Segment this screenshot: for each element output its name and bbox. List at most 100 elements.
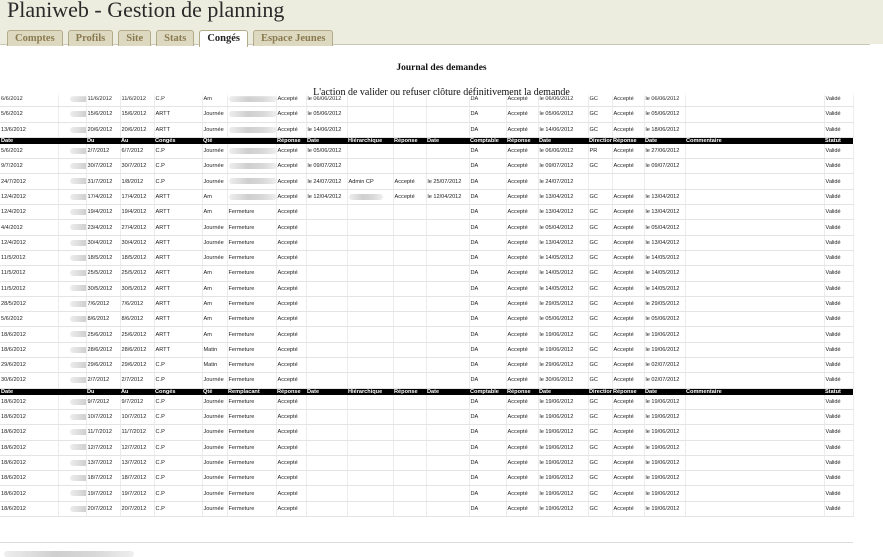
table-cell <box>306 326 348 343</box>
table-cell <box>393 311 427 328</box>
table-cell <box>306 311 348 328</box>
table-cell: Accepté <box>612 281 645 297</box>
table-row[interactable]: 18/6/2012 11/7/2012 11/7/2012 C.P Journée Fer… <box>0 424 854 441</box>
table-row[interactable]: 12/4/2012 30/4/2012 30/4/2012 ARTT Journée Fe… <box>0 235 854 251</box>
table-cell: 18/5/2012 <box>86 250 121 267</box>
table-cell: 9/7/2012 <box>0 158 59 175</box>
table-cell <box>306 296 348 313</box>
table-row[interactable]: 12/4/2012 19/4/2012 19/4/2012 ARTT Am Fermetu… <box>0 204 854 221</box>
table-cell: DA <box>469 173 507 190</box>
table-cell: DA <box>469 424 507 441</box>
table-row[interactable]: 18/6/2012 28/6/2012 28/6/2012 ARTT Matin Ferm… <box>0 342 854 359</box>
tab-espace-jeunes[interactable]: Espace Jeunes <box>253 30 334 46</box>
table-row[interactable]: 11/5/2012 25/5/2012 25/5/2012 ARTT Am Fermetu… <box>0 265 854 282</box>
table-cell: Accepté <box>506 342 539 359</box>
table-row[interactable]: 18/6/2012 18/7/2012 18/7/2012 C.P Journée Fer… <box>0 470 854 487</box>
table-cell: Validé <box>824 106 854 123</box>
table-row[interactable]: 18/6/2012 9/7/2012 9/7/2012 C.P Journée Ferme… <box>0 394 854 410</box>
table-row[interactable]: 5/6/2012 8/6/2012 8/6/2012 ARTT Am Fermeture A… <box>0 311 854 328</box>
requests-table-body: 6/6/2012 11/6/2012 11/6/2012 C.P Am Accepté le… <box>0 92 854 518</box>
table-cell: 20/6/2012 <box>120 122 155 138</box>
table-cell: le 19/06/2012 <box>644 342 686 359</box>
table-cell: DA <box>469 357 507 374</box>
tab-profils[interactable]: Profils <box>67 30 114 46</box>
table-cell <box>58 485 87 502</box>
table-row[interactable]: 24/7/2012 31/7/2012 1/8/2012 C.P Journée Acce… <box>0 173 854 190</box>
table-cell: Accepté <box>612 189 645 206</box>
table-row[interactable]: 28/5/2012 7/6/2012 7/6/2012 ARTT Am Fermeture… <box>0 296 854 313</box>
table-cell: Accepté <box>506 106 539 123</box>
table-cell: le 19/06/2012 <box>644 470 686 487</box>
table-cell <box>347 311 394 328</box>
table-cell: 12/7/2012 <box>86 440 121 456</box>
table-cell: GC <box>588 485 613 502</box>
table-cell: Am <box>202 265 228 282</box>
table-row[interactable]: 5/6/2012 15/6/2012 15/6/2012 ARTT Journée Acc… <box>0 106 854 123</box>
table-cell <box>393 440 427 456</box>
table-cell: Accepté <box>506 424 539 441</box>
table-row[interactable]: 18/6/2012 13/7/2012 13/7/2012 C.P Journée Fer… <box>0 455 854 472</box>
table-cell: 8/6/2012 <box>86 311 121 328</box>
table-cell: GC <box>588 470 613 487</box>
table-cell: Accepté <box>612 311 645 328</box>
table-row[interactable]: 5/6/2012 2/7/2012 6/7/2012 C.P Journée Accept… <box>0 143 854 160</box>
table-row[interactable]: 11/5/2012 18/5/2012 18/5/2012 ARTT Journée Fe… <box>0 250 854 267</box>
table-row[interactable]: 18/6/2012 20/7/2012 20/7/2012 C.P Journée Fer… <box>0 501 854 518</box>
table-cell: Fermeture <box>227 311 277 328</box>
table-cell: 19/4/2012 <box>120 204 155 221</box>
table-cell <box>685 122 825 138</box>
table-row[interactable]: 18/6/2012 19/7/2012 19/7/2012 C.P Journée Fer… <box>0 485 854 502</box>
table-cell: 20/7/2012 <box>86 501 121 518</box>
table-row[interactable]: 13/6/2012 20/6/2012 20/6/2012 ARTT Journée Ac… <box>0 122 854 138</box>
table-cell: le 14/05/2012 <box>644 281 686 297</box>
table-cell: Fermeture <box>227 265 277 282</box>
table-cell: Accepté <box>276 281 307 297</box>
table-cell: le 06/06/2012 <box>538 143 589 160</box>
table-cell <box>685 158 825 175</box>
table-cell: GC <box>588 501 613 518</box>
table-cell: Accepté <box>276 106 307 123</box>
table-cell: DA <box>469 265 507 282</box>
tab-site[interactable]: Site <box>118 30 152 46</box>
table-cell <box>393 342 427 359</box>
tab-stats[interactable]: Stats <box>156 30 195 46</box>
table-row[interactable]: 4/4/2012 23/4/2012 27/4/2012 ARTT Journée Fer… <box>0 219 854 236</box>
table-cell: le 19/06/2012 <box>538 501 589 518</box>
table-cell: Journée <box>202 470 228 487</box>
table-cell: 12/4/2012 <box>0 204 59 221</box>
table-cell: le 14/05/2012 <box>644 265 686 282</box>
table-cell: 9/7/2012 <box>120 394 155 410</box>
table-cell <box>347 372 394 389</box>
tab-conges[interactable]: Congés <box>199 30 248 47</box>
table-row[interactable]: 12/4/2012 17/4/2012 17/4/2012 ARTT Am Accepté… <box>0 189 854 206</box>
table-cell: 13/7/2012 <box>86 455 121 472</box>
table-cell <box>685 394 825 410</box>
table-cell: 18/6/2012 <box>0 440 59 456</box>
table-row[interactable]: 18/6/2012 10/7/2012 10/7/2012 C.P Journée Fer… <box>0 409 854 426</box>
table-cell: 10/7/2012 <box>120 409 155 426</box>
table-cell <box>426 372 470 389</box>
table-cell: GC <box>588 326 613 343</box>
table-cell: 30/4/2012 <box>86 235 121 251</box>
table-row[interactable]: 29/6/2012 29/6/2012 29/6/2012 C.P Matin Ferme… <box>0 357 854 374</box>
table-cell <box>347 455 394 472</box>
table-row[interactable]: 30/6/2012 2/7/2012 2/7/2012 C.P Journée Ferme… <box>0 372 854 389</box>
table-cell <box>347 204 394 221</box>
table-row[interactable]: 11/5/2012 30/5/2012 30/5/2012 ARTT Am Fermetu… <box>0 281 854 297</box>
requests-table-container[interactable]: 6/6/2012 11/6/2012 11/6/2012 C.P Am Accepté le… <box>0 92 883 542</box>
table-cell: le 27/06/2012 <box>644 143 686 160</box>
table-cell: Accepté <box>612 235 645 251</box>
table-cell <box>306 394 348 410</box>
table-row[interactable]: 18/6/2012 12/7/2012 12/7/2012 C.P Journée Fer… <box>0 440 854 456</box>
table-cell: Accepté <box>506 440 539 456</box>
table-row[interactable]: 18/6/2012 25/6/2012 25/6/2012 ARTT Am Fermetu… <box>0 326 854 343</box>
table-cell: Validé <box>824 158 854 175</box>
table-cell: C.P <box>154 424 203 441</box>
table-cell: Accepté <box>276 455 307 472</box>
table-cell: Am <box>202 326 228 343</box>
table-cell <box>685 219 825 236</box>
table-row[interactable]: 9/7/2012 30/7/2012 30/7/2012 C.P Journée Acce… <box>0 158 854 175</box>
table-cell <box>426 485 470 502</box>
tab-comptes[interactable]: Comptes <box>7 30 63 46</box>
table-cell: C.P <box>154 158 203 175</box>
